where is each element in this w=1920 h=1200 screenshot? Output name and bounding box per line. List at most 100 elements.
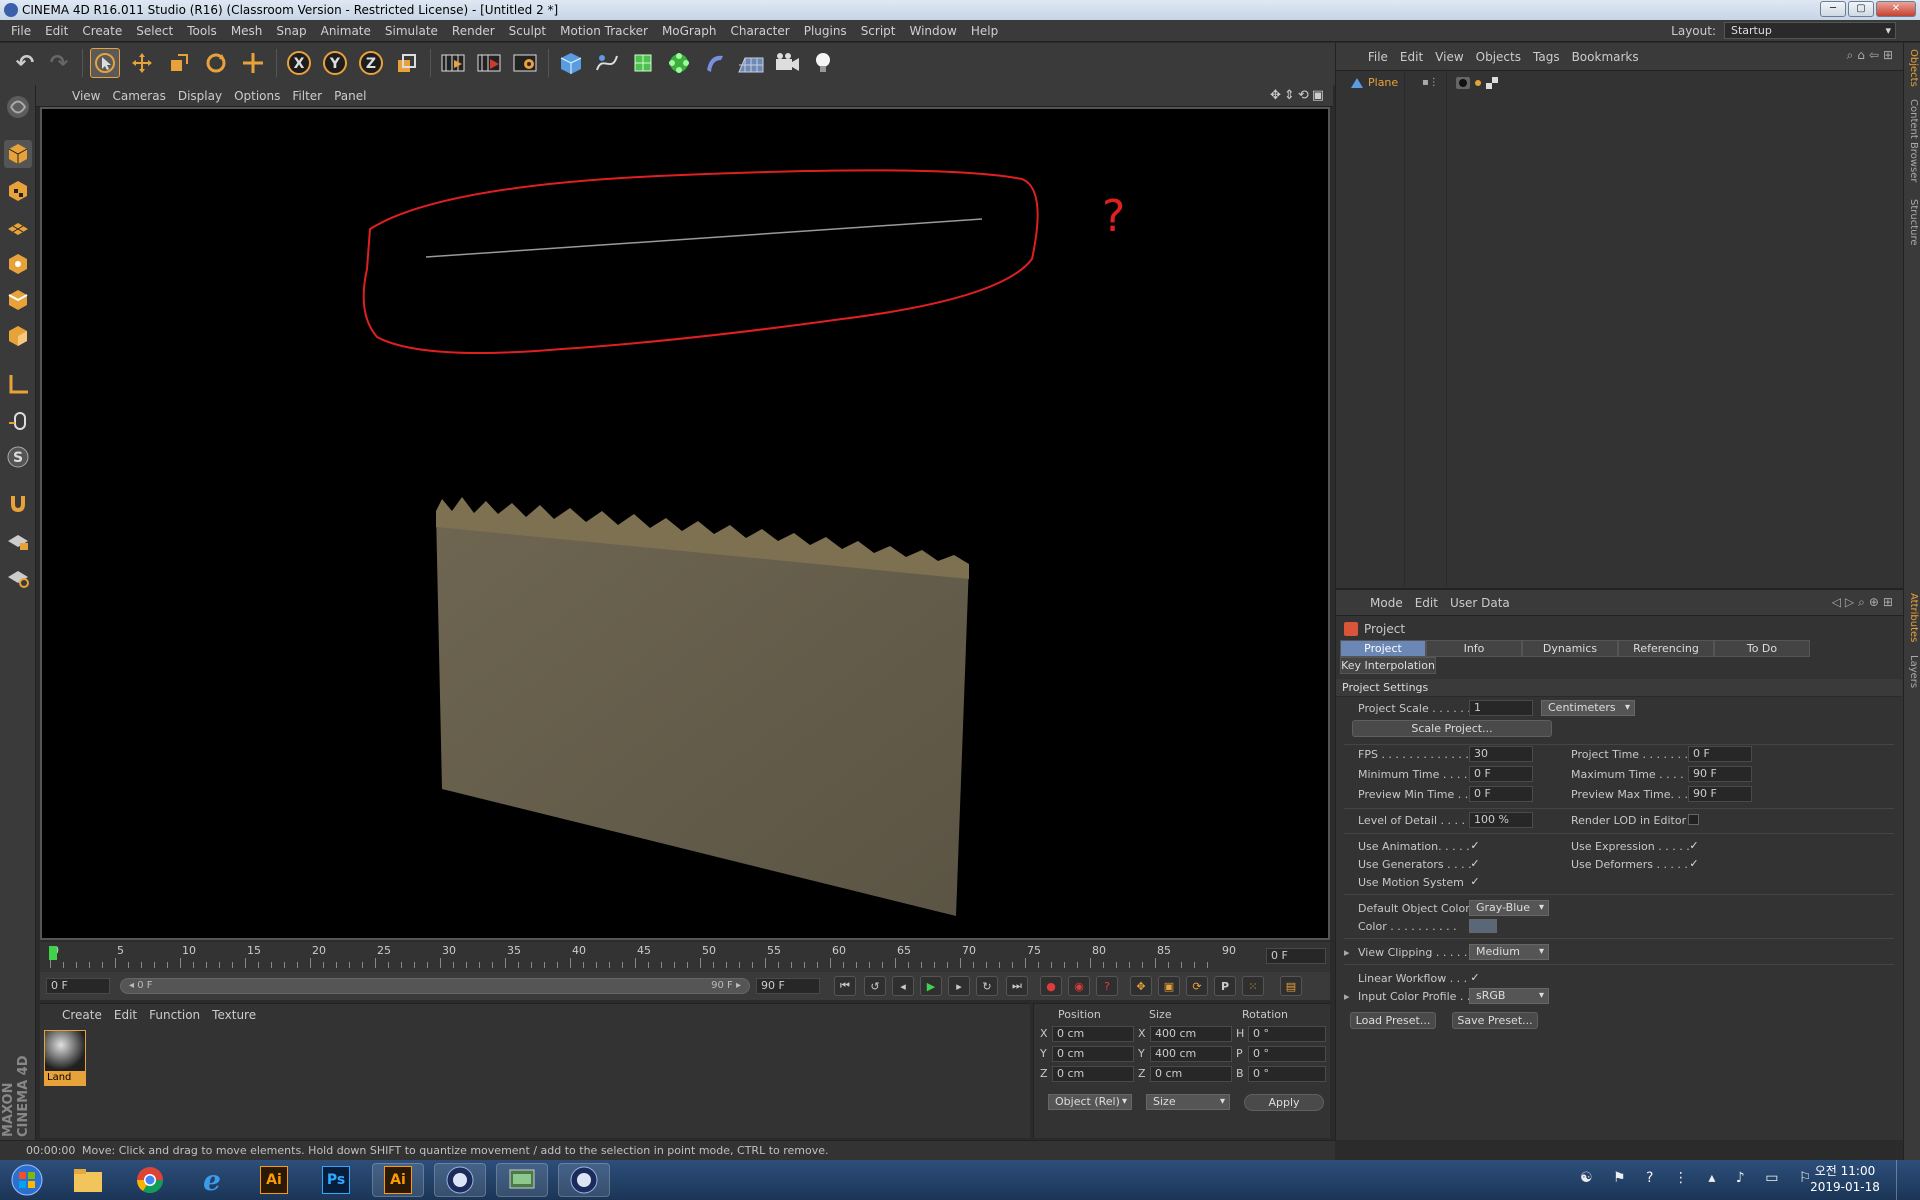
next-frame-icon[interactable]: ▸ — [948, 976, 970, 996]
tab-info[interactable]: Info — [1426, 640, 1522, 657]
timeline-ruler[interactable]: 051015202530354045505560657075808590 0 F — [40, 942, 1330, 972]
current-frame-field[interactable]: 0 F — [1266, 948, 1326, 964]
minimize-button[interactable]: ─ — [1820, 1, 1846, 17]
use-animation-checkbox[interactable]: ✓ — [1469, 840, 1481, 852]
subdivision-surface-icon[interactable] — [628, 48, 658, 78]
input-color-expand-icon[interactable]: ▸ — [1344, 990, 1350, 1003]
menu-select[interactable]: Select — [129, 20, 180, 42]
render-settings-icon[interactable] — [510, 48, 540, 78]
load-preset-button[interactable]: Load Preset... — [1350, 1012, 1436, 1029]
make-editable-icon[interactable] — [4, 93, 32, 121]
viewport-menu-options[interactable]: Options — [228, 85, 286, 107]
recent-tool-icon[interactable] — [238, 48, 268, 78]
coord-position-field[interactable]: 0 cm — [1052, 1066, 1134, 1082]
tab-referencing[interactable]: Referencing — [1618, 640, 1714, 657]
timeline-window-icon[interactable]: ▤ — [1280, 976, 1302, 996]
tab-objects-vertical[interactable]: Objects — [1905, 49, 1919, 87]
y-axis-lock-icon[interactable]: Y — [320, 48, 350, 78]
viewport-menu-display[interactable]: Display — [172, 85, 228, 107]
viewport-menu-filter[interactable]: Filter — [286, 85, 328, 107]
coord-position-field[interactable]: 0 cm — [1052, 1026, 1134, 1042]
tweak-mode-icon[interactable] — [4, 407, 32, 435]
menu-create[interactable]: Create — [75, 20, 129, 42]
default-object-color-dropdown[interactable]: Gray-Blue — [1469, 900, 1549, 916]
solo-icon[interactable]: S — [4, 443, 32, 471]
previous-key-icon[interactable]: ↺ — [864, 976, 886, 996]
save-preset-button[interactable]: Save Preset... — [1452, 1012, 1538, 1029]
x-axis-lock-icon[interactable]: X — [284, 48, 314, 78]
viewport-menu-view[interactable]: View — [66, 85, 106, 107]
object-menu-view[interactable]: View — [1429, 43, 1469, 71]
menu-window[interactable]: Window — [903, 20, 964, 42]
coord-position-field[interactable]: 0 cm — [1052, 1046, 1134, 1062]
close-button[interactable]: ✕ — [1876, 1, 1916, 17]
start-button[interactable] — [2, 1163, 52, 1197]
workplane-mode-icon[interactable] — [4, 213, 32, 241]
play-icon[interactable]: ▶ — [920, 976, 942, 996]
material-menu-create[interactable]: Create — [56, 1004, 108, 1026]
polygons-mode-icon[interactable] — [4, 322, 32, 350]
keyframe-selection-icon[interactable]: ? — [1096, 976, 1118, 996]
coord-rotation-field[interactable]: 0 ° — [1248, 1026, 1326, 1042]
key-parameter-icon[interactable]: P — [1214, 976, 1236, 996]
attribute-menu-edit[interactable]: Edit — [1409, 590, 1444, 616]
menu-script[interactable]: Script — [854, 20, 903, 42]
layout-dropdown[interactable]: Startup ▾ — [1724, 22, 1896, 39]
material-menu-edit[interactable]: Edit — [108, 1004, 143, 1026]
move-icon[interactable] — [127, 48, 157, 78]
attribute-tool-icons[interactable]: ◁▷⌕⊕⊞ — [1832, 595, 1897, 610]
menu-plugins[interactable]: Plugins — [797, 20, 854, 42]
system-clock[interactable]: 오전 11:00 2019-01-18 — [1810, 1163, 1880, 1195]
fps-field[interactable]: 30 — [1469, 746, 1533, 762]
points-mode-icon[interactable] — [4, 250, 32, 278]
tab-layers-vertical[interactable]: Layers — [1905, 655, 1919, 688]
render-lod-checkbox[interactable] — [1688, 814, 1699, 825]
menu-mograph[interactable]: MoGraph — [655, 20, 724, 42]
coord-size-field[interactable]: 400 cm — [1150, 1026, 1232, 1042]
undo-icon[interactable]: ↶ — [10, 48, 40, 78]
use-generators-checkbox[interactable]: ✓ — [1469, 858, 1481, 870]
floor-icon[interactable] — [736, 48, 766, 78]
texture-mode-icon[interactable] — [4, 177, 32, 205]
key-rotation-icon[interactable]: ⟳ — [1186, 976, 1208, 996]
object-menu-bookmarks[interactable]: Bookmarks — [1566, 43, 1645, 71]
cinema4d-taskbar-icon[interactable] — [434, 1163, 486, 1197]
explorer-taskbar-icon[interactable] — [62, 1163, 114, 1197]
menu-motion-tracker[interactable]: Motion Tracker — [553, 20, 655, 42]
playhead[interactable] — [49, 946, 57, 960]
menu-character[interactable]: Character — [723, 20, 796, 42]
next-key-icon[interactable]: ↻ — [976, 976, 998, 996]
autokey-icon[interactable]: ◉ — [1068, 976, 1090, 996]
key-scale-icon[interactable]: ▣ — [1158, 976, 1180, 996]
go-to-start-icon[interactable]: ⏮ — [834, 976, 856, 996]
object-manager-tool-icons[interactable]: ⌕⌂⇦⊞ — [1847, 48, 1897, 63]
viewport-menu-panel[interactable]: Panel — [328, 85, 372, 107]
object-menu-tags[interactable]: Tags — [1527, 43, 1566, 71]
3d-viewport[interactable]: ? — [40, 107, 1330, 940]
object-tags-icons[interactable] — [1456, 75, 1506, 94]
attribute-menu-mode[interactable]: Mode — [1364, 590, 1409, 616]
menu-render[interactable]: Render — [445, 20, 502, 42]
system-tray-icons[interactable]: ☯ ⚑ ? ⋮ ▴ ♪ ▭ ⚐ — [1580, 1170, 1819, 1186]
cube-primitive-icon[interactable] — [556, 48, 586, 78]
light-icon[interactable] — [808, 48, 838, 78]
menu-edit[interactable]: Edit — [38, 20, 75, 42]
view-clipping-expand-icon[interactable]: ▸ — [1344, 946, 1350, 959]
menu-tools[interactable]: Tools — [180, 20, 224, 42]
internet-explorer-taskbar-icon[interactable]: e — [186, 1163, 238, 1197]
camera-icon[interactable] — [772, 48, 802, 78]
show-desktop-button[interactable] — [1896, 1160, 1920, 1200]
snap-magnet-icon[interactable] — [4, 490, 32, 518]
tab-project-settings[interactable]: Project Settings — [1340, 640, 1426, 670]
go-to-end-icon[interactable]: ⏭ — [1006, 976, 1028, 996]
cinema4d-2-taskbar-icon[interactable] — [558, 1163, 610, 1197]
project-scale-unit-dropdown[interactable]: Centimeters — [1541, 700, 1635, 716]
material-menu-texture[interactable]: Texture — [206, 1004, 262, 1026]
tab-to-do[interactable]: To Do — [1714, 640, 1810, 657]
material-menu-function[interactable]: Function — [143, 1004, 206, 1026]
tab-dynamics[interactable]: Dynamics — [1522, 640, 1618, 657]
model-mode-icon[interactable] — [4, 140, 32, 168]
end-frame-field[interactable]: 90 F — [756, 978, 820, 994]
menu-simulate[interactable]: Simulate — [378, 20, 445, 42]
planar-workplane-icon[interactable] — [4, 563, 32, 591]
